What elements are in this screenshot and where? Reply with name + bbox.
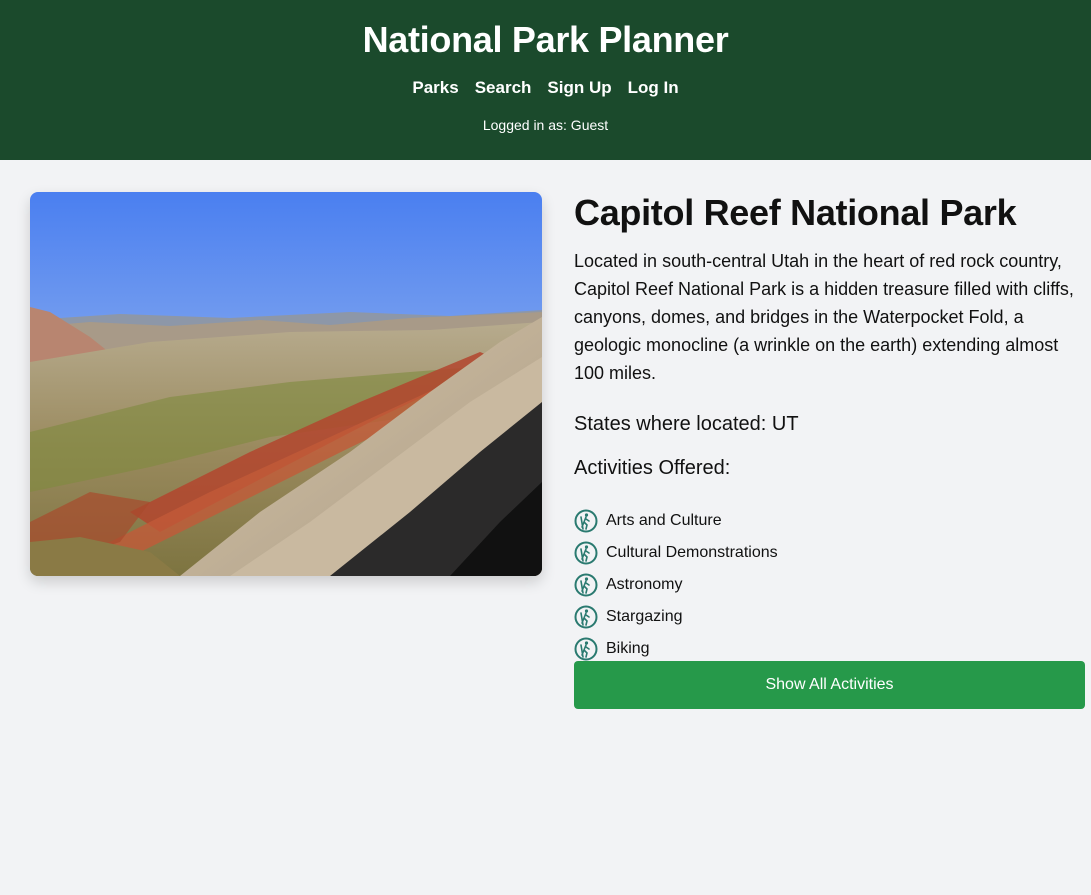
hiker-icon [574,605,598,629]
activity-label: Biking [606,640,650,657]
activity-item: Astronomy [574,569,1084,601]
hiker-icon [574,573,598,597]
activity-item: Cultural Demonstrations [574,537,1084,569]
park-name: Capitol Reef National Park [574,192,1017,233]
hiker-icon [574,541,598,565]
hiker-icon [574,637,598,661]
park-photo [30,192,542,576]
activity-list: Arts and Culture Cultural Demonstrations… [574,505,1084,665]
site-title: National Park Planner [362,19,729,60]
activity-label: Cultural Demonstrations [606,544,778,561]
nav-parks-link[interactable]: Parks [412,78,458,98]
park-states: States where located: UT [574,413,799,435]
activity-item: Stargazing [574,601,1084,633]
park-detail: Capitol Reef National Park Located in so… [0,160,1091,709]
park-description: Located in south-central Utah in the hea… [574,251,1074,383]
activities-heading: Activities Offered: [574,457,731,479]
activity-label: Stargazing [606,608,683,625]
nav-signup-link[interactable]: Sign Up [547,78,611,98]
activity-label: Arts and Culture [606,512,722,529]
activity-label: Astronomy [606,576,683,593]
hiker-icon [574,509,598,533]
park-details: Capitol Reef National Park Located in so… [574,192,1085,709]
site-header: National Park Planner Parks Search Sign … [0,0,1091,160]
show-all-activities-button[interactable]: Show All Activities [574,661,1085,709]
nav-search-link[interactable]: Search [475,78,532,98]
activity-item: Arts and Culture [574,505,1084,537]
nav-login-link[interactable]: Log In [628,78,679,98]
login-status: Logged in as: Guest [482,117,609,133]
main-nav: Parks Search Sign Up Log In [412,78,678,98]
